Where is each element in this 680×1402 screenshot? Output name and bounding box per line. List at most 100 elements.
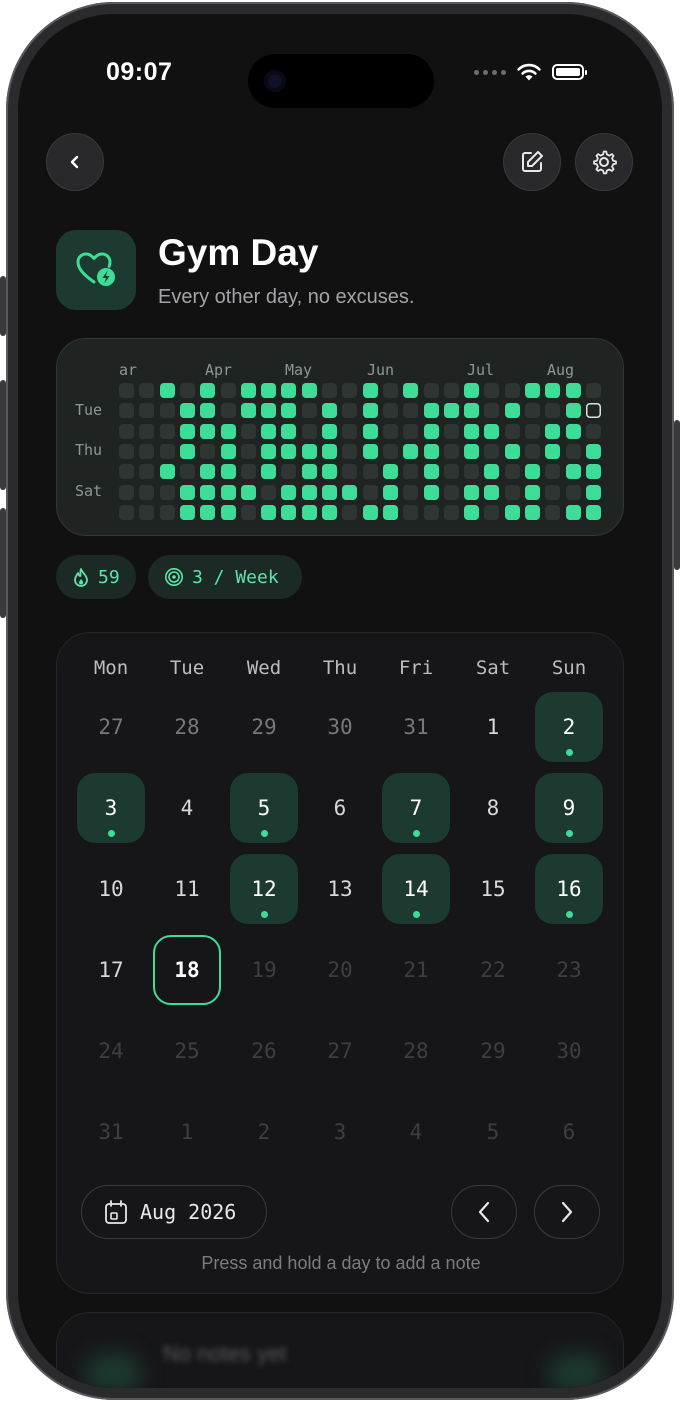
calendar-day[interactable]: 20: [306, 935, 374, 1005]
heatmap-cell: [322, 464, 337, 480]
heatmap-cell: [159, 443, 175, 459]
calendar-day[interactable]: 26: [230, 1016, 298, 1086]
heatmap-cell: [240, 403, 256, 419]
calendar-day[interactable]: 17: [77, 935, 145, 1005]
heatmap-cell: [504, 403, 520, 419]
calendar-icon: [105, 1200, 127, 1224]
calendar-day[interactable]: 11: [153, 854, 221, 924]
calendar-day[interactable]: 4: [382, 1097, 450, 1167]
heatmap-cell: [281, 403, 297, 419]
calendar-day[interactable]: 21: [382, 935, 450, 1005]
calendar-day[interactable]: 22: [459, 935, 527, 1005]
calendar-day[interactable]: 27: [306, 1016, 374, 1086]
calendar-day[interactable]: 4: [153, 773, 221, 843]
heatmap-cell: [301, 423, 317, 439]
heatmap-cell: [362, 464, 378, 480]
calendar-day[interactable]: 6: [535, 1097, 603, 1167]
previous-month-button[interactable]: [451, 1185, 517, 1239]
heatmap-cell: [545, 443, 561, 459]
calendar-day[interactable]: 28: [153, 692, 221, 762]
heatmap-cell: [525, 504, 540, 520]
weekday-label: Wed: [246, 657, 282, 679]
calendar-day-completed[interactable]: 7: [382, 773, 450, 843]
calendar-day[interactable]: 1: [459, 692, 527, 762]
heatmap-cell: [200, 443, 216, 459]
calendar-day[interactable]: 23: [535, 935, 603, 1005]
heatmap-cell: [362, 423, 378, 439]
heatmap-cell: [504, 464, 520, 480]
heatmap-cell: [301, 403, 317, 419]
heatmap-cell: [139, 484, 155, 500]
heatmap-cell: [403, 403, 419, 419]
heatmap-cell: [179, 443, 195, 459]
weekday-label: Sat: [475, 657, 511, 679]
heatmap-cell: [342, 443, 358, 459]
calendar-day[interactable]: 29: [459, 1016, 527, 1086]
heatmap-cell: [362, 443, 378, 459]
calendar-day[interactable]: 5: [459, 1097, 527, 1167]
notes-glow: [547, 1353, 607, 1388]
calendar-day[interactable]: 25: [153, 1016, 221, 1086]
calendar-day[interactable]: 13: [306, 854, 374, 924]
notes-empty-text: No notes yet: [163, 1341, 287, 1366]
month-label: Aug 2026: [140, 1200, 237, 1224]
calendar-day[interactable]: 19: [230, 935, 298, 1005]
heatmap-cell: [220, 423, 236, 439]
heatmap-cell: [545, 383, 561, 398]
dynamic-island: [248, 54, 434, 108]
edit-icon: [522, 151, 543, 172]
heatmap-cell: [423, 484, 439, 500]
calendar-day-completed[interactable]: 9: [535, 773, 603, 843]
heatmap-cell: [443, 484, 459, 500]
heatmap-cell: [220, 383, 236, 398]
calendar-day-today[interactable]: 18: [153, 935, 221, 1005]
heatmap-cell: [281, 484, 297, 500]
calendar-day-completed[interactable]: 16: [535, 854, 603, 924]
heatmap-cell: [240, 443, 256, 459]
calendar-day[interactable]: 29: [230, 692, 298, 762]
heatmap-card: ar Apr May Jun Jul Aug Tue Thu Sat: [56, 338, 624, 536]
calendar-day[interactable]: 1: [153, 1097, 221, 1167]
calendar-day[interactable]: 15: [459, 854, 527, 924]
heatmap-cell: [403, 443, 419, 459]
calendar-day-completed[interactable]: 3: [77, 773, 145, 843]
heatmap-cell: [382, 423, 398, 439]
heatmap-cell: [322, 443, 337, 459]
calendar-day[interactable]: 24: [77, 1016, 145, 1086]
heatmap-cell: [382, 383, 398, 398]
next-month-button[interactable]: [534, 1185, 600, 1239]
calendar-day[interactable]: 10: [77, 854, 145, 924]
settings-button[interactable]: [575, 133, 633, 191]
calendar-day-completed[interactable]: 12: [230, 854, 298, 924]
heatmap-cell: [565, 403, 581, 419]
heatmap-cell: [484, 423, 500, 439]
calendar-day[interactable]: 8: [459, 773, 527, 843]
calendar-day[interactable]: 30: [535, 1016, 603, 1086]
calendar-day[interactable]: 28: [382, 1016, 450, 1086]
heatmap-cell: [261, 484, 277, 500]
calendar-day-completed[interactable]: 5: [230, 773, 298, 843]
status-time: 09:07: [106, 58, 173, 86]
calendar-day[interactable]: 2: [230, 1097, 298, 1167]
heatmap-cell: [342, 383, 358, 398]
heatmap-cell: [281, 383, 297, 398]
heatmap-cell: [423, 504, 439, 520]
heatmap-cell: [261, 464, 277, 480]
calendar-day-completed[interactable]: 2: [535, 692, 603, 762]
calendar-day[interactable]: 30: [306, 692, 374, 762]
heatmap-cell: [301, 443, 317, 459]
month-picker-button[interactable]: Aug 2026: [81, 1185, 267, 1239]
habit-icon: [56, 230, 136, 310]
calendar-day[interactable]: 31: [382, 692, 450, 762]
heatmap-cell: [545, 403, 561, 419]
calendar-day[interactable]: 31: [77, 1097, 145, 1167]
calendar-day[interactable]: 27: [77, 692, 145, 762]
back-button[interactable]: [46, 133, 104, 191]
edit-button[interactable]: [503, 133, 561, 191]
heatmap-cell: [443, 464, 459, 480]
calendar-day[interactable]: 3: [306, 1097, 374, 1167]
calendar-day-completed[interactable]: 14: [382, 854, 450, 924]
heatmap-cell: [200, 383, 216, 398]
calendar-day[interactable]: 6: [306, 773, 374, 843]
heatmap-weekday: Thu: [75, 441, 103, 459]
